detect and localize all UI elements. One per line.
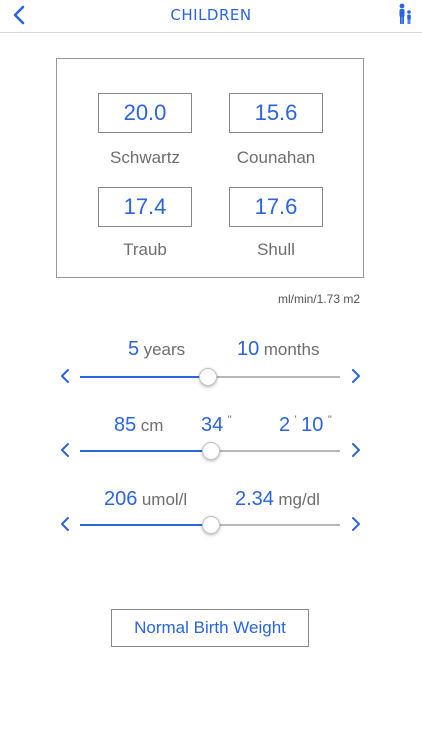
page-title: CHILDREN — [170, 6, 252, 24]
height-inches-unit: " — [227, 414, 232, 426]
height-increase-button[interactable] — [346, 438, 366, 464]
traub-label: Traub — [123, 240, 167, 259]
height-cm-value: 85 — [114, 414, 137, 436]
shull-label: Shull — [257, 240, 295, 259]
age-increase-button[interactable] — [346, 364, 366, 390]
height-decrease-button[interactable] — [55, 438, 75, 464]
creatinine-slider-thumb[interactable] — [202, 516, 220, 534]
shull-value: 17.6 — [229, 187, 323, 227]
creatinine-increase-button[interactable] — [346, 512, 366, 538]
height-feet-value: 2 — [279, 414, 291, 436]
chevron-right-icon — [352, 517, 360, 531]
schwartz-value: 20.0 — [98, 93, 192, 133]
creatinine-mg-unit: mg/dl — [278, 490, 320, 509]
height-cm-readout: 85 cm — [114, 414, 163, 437]
person-icon[interactable] — [396, 3, 414, 25]
counahan-label: Counahan — [236, 148, 316, 167]
height-feet-readout: 2 ' 10 " — [279, 414, 332, 437]
age-months-unit: months — [263, 340, 320, 359]
chevron-left-icon — [61, 443, 69, 457]
creatinine-decrease-button[interactable] — [55, 512, 75, 538]
creatinine-umol-value: 206 — [104, 488, 138, 510]
creatinine-umol-readout: 206 umol/l — [104, 488, 187, 511]
creatinine-mg-readout: 2.34 mg/dl — [235, 488, 320, 511]
height-inches-value: 34 — [201, 414, 224, 436]
height-feet-inches-unit: " — [327, 414, 332, 426]
schwartz-label: Schwartz — [110, 148, 180, 167]
chevron-left-icon — [61, 517, 69, 531]
chevron-right-icon — [352, 369, 360, 383]
age-years-readout: 5 years — [128, 338, 185, 361]
age-years-value: 5 — [128, 338, 140, 360]
height-cm-unit: cm — [140, 416, 164, 435]
age-years-unit: years — [143, 340, 186, 359]
age-slider-thumb[interactable] — [199, 368, 218, 386]
traub-value: 17.4 — [98, 187, 192, 227]
age-slider-fill — [80, 376, 208, 378]
creatinine-mg-value: 2.34 — [235, 488, 274, 510]
normal-birth-weight-button[interactable]: Normal Birth Weight — [111, 609, 309, 647]
creatinine-umol-unit: umol/l — [141, 490, 188, 509]
chevron-right-icon — [352, 443, 360, 457]
age-decrease-button[interactable] — [55, 364, 75, 390]
height-feet-unit: ' — [294, 414, 297, 426]
height-inches-readout: 34 " — [201, 414, 232, 437]
height-slider-thumb[interactable] — [202, 442, 220, 460]
height-slider-fill — [80, 450, 210, 452]
age-months-value: 10 — [237, 338, 260, 360]
age-months-readout: 10 months — [237, 338, 319, 361]
height-feet-inches-value: 10 — [301, 414, 324, 436]
creatinine-slider-fill — [80, 524, 210, 526]
chevron-left-icon — [61, 369, 69, 383]
units-label: ml/min/1.73 m2 — [277, 292, 360, 306]
counahan-value: 15.6 — [229, 93, 323, 133]
